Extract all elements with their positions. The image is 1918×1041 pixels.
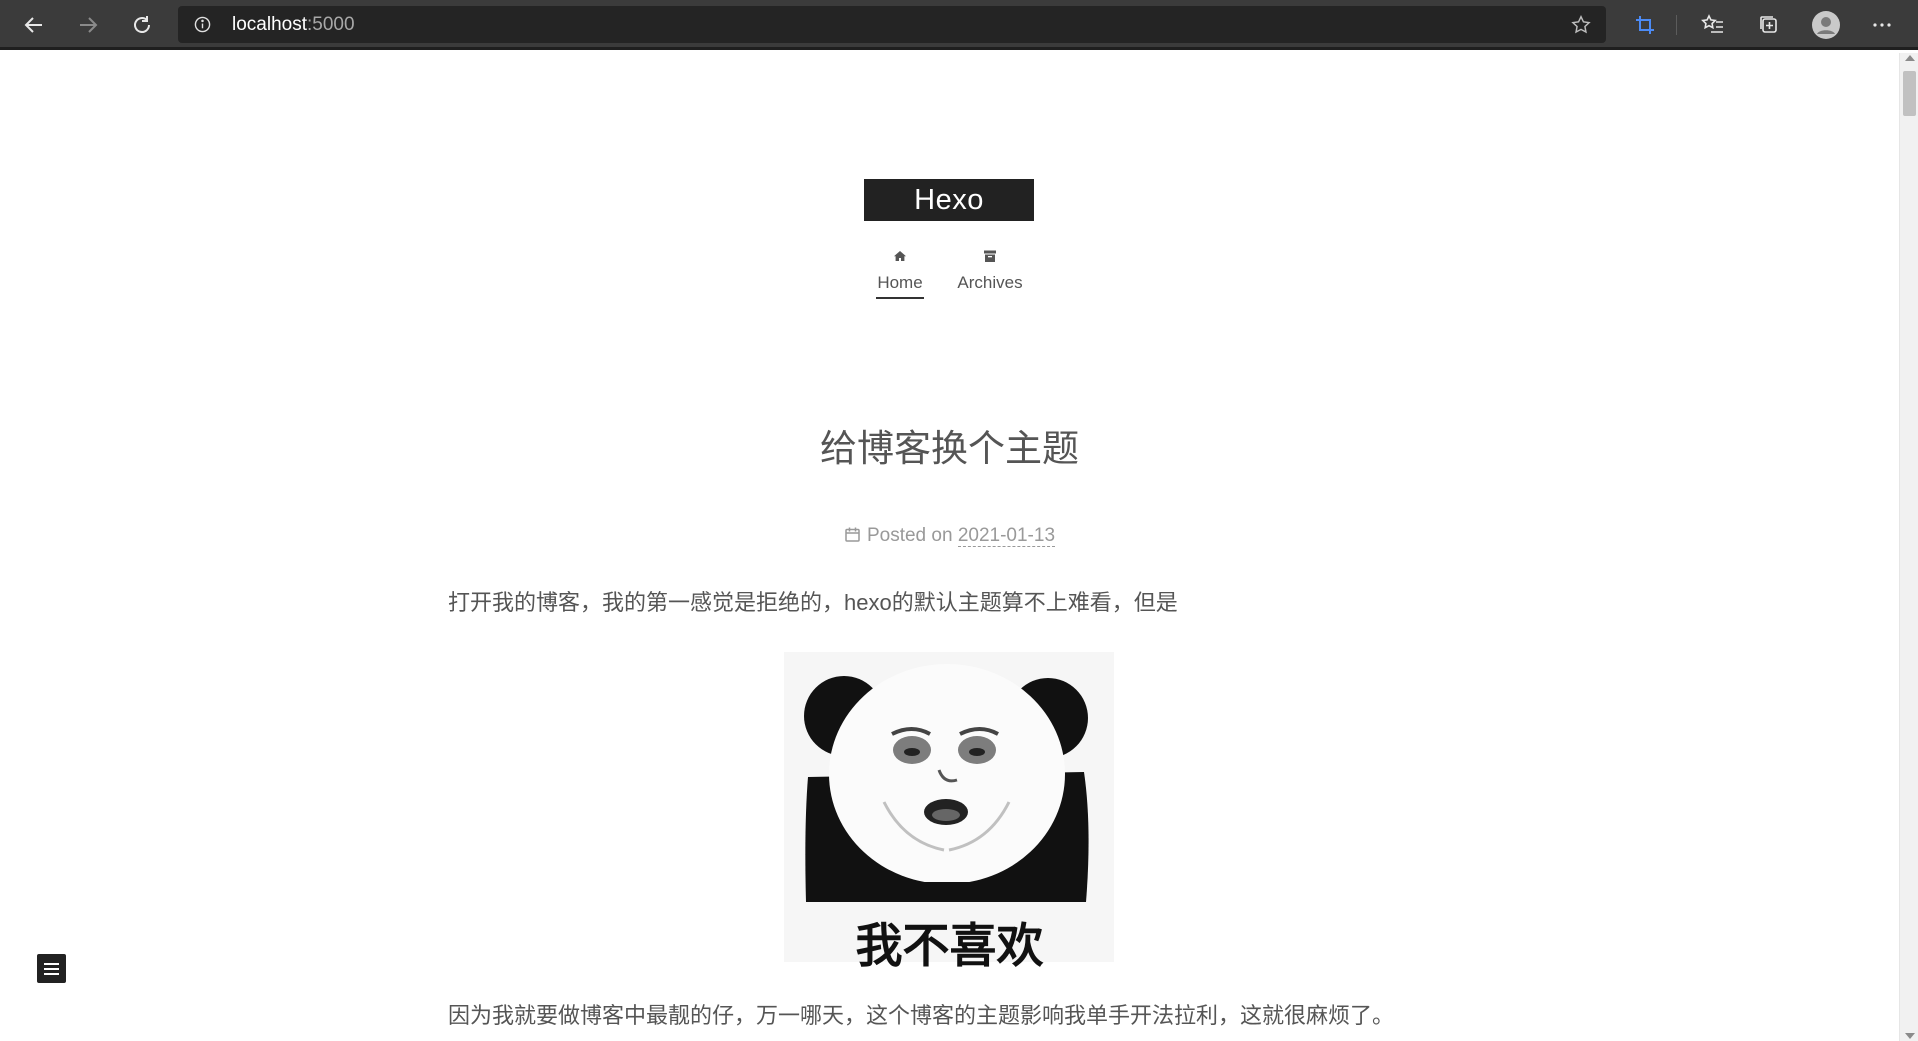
home-icon xyxy=(894,251,906,261)
post-title[interactable]: 给博客换个主题 xyxy=(0,418,1899,472)
archive-icon xyxy=(984,250,996,262)
forward-button[interactable] xyxy=(70,7,106,43)
favorite-star-icon[interactable] xyxy=(1570,14,1592,36)
post-date[interactable]: 2021-01-13 xyxy=(957,525,1056,547)
browser-toolbar: localhost:5000 xyxy=(0,0,1918,50)
menu-line xyxy=(44,962,59,965)
refresh-icon xyxy=(134,16,150,33)
info-icon[interactable] xyxy=(194,16,211,33)
avatar-icon xyxy=(1812,11,1840,39)
collections-icon xyxy=(1760,16,1777,33)
post-paragraph-2: 因为我就要做博客中最靓的仔，万一哪天，这个博客的主题影响我单手开法拉利，这就很麻… xyxy=(448,1003,1395,1028)
back-button[interactable] xyxy=(16,7,52,43)
post-meta: Posted on 2021-01-13 xyxy=(0,525,1899,547)
arrow-right-icon xyxy=(80,17,98,33)
site-nav: Home Archives xyxy=(864,248,1034,308)
post-meta-prefix: Posted on xyxy=(866,525,953,546)
scroll-thumb[interactable] xyxy=(1903,71,1916,116)
nav-item-archives[interactable]: Archives xyxy=(950,248,1030,293)
page-viewport: Hexo Home Archives 给博客换个主题 Posted on 202… xyxy=(0,53,1899,1041)
url-port: :5000 xyxy=(307,14,355,35)
collections-button[interactable] xyxy=(1751,7,1787,43)
scroll-down-arrow-icon[interactable] xyxy=(1905,1033,1915,1039)
toolbar-divider xyxy=(1676,15,1677,35)
extension-button[interactable] xyxy=(1627,7,1663,43)
sidebar-toggle-button[interactable] xyxy=(37,954,66,983)
arrow-left-icon xyxy=(24,17,42,33)
calendar-icon xyxy=(845,527,860,542)
profile-button[interactable] xyxy=(1808,7,1844,43)
address-bar[interactable]: localhost:5000 xyxy=(178,6,1606,43)
menu-line xyxy=(44,972,59,975)
url-text[interactable]: localhost:5000 xyxy=(232,15,355,35)
meme-caption: 我不喜欢 xyxy=(855,919,1044,972)
nav-label-home: Home xyxy=(876,273,924,299)
post-paragraph: 打开我的博客，我的第一感觉是拒绝的，hexo的默认主题算不上难看，但是 xyxy=(448,590,1178,615)
settings-more-button[interactable] xyxy=(1864,7,1900,43)
vertical-scrollbar[interactable] xyxy=(1899,53,1918,1041)
site-brand[interactable]: Hexo xyxy=(864,179,1034,221)
screen-capture-icon xyxy=(1636,16,1654,34)
url-host: localhost xyxy=(232,14,307,35)
refresh-button[interactable] xyxy=(124,7,160,43)
favorites-list-icon xyxy=(1701,14,1723,33)
menu-line xyxy=(44,967,59,970)
nav-label-archives: Archives xyxy=(957,273,1023,292)
scroll-up-arrow-icon[interactable] xyxy=(1905,55,1915,61)
nav-item-home[interactable]: Home xyxy=(876,248,924,299)
favorites-button[interactable] xyxy=(1695,7,1731,43)
more-horizontal-icon xyxy=(1873,23,1891,27)
